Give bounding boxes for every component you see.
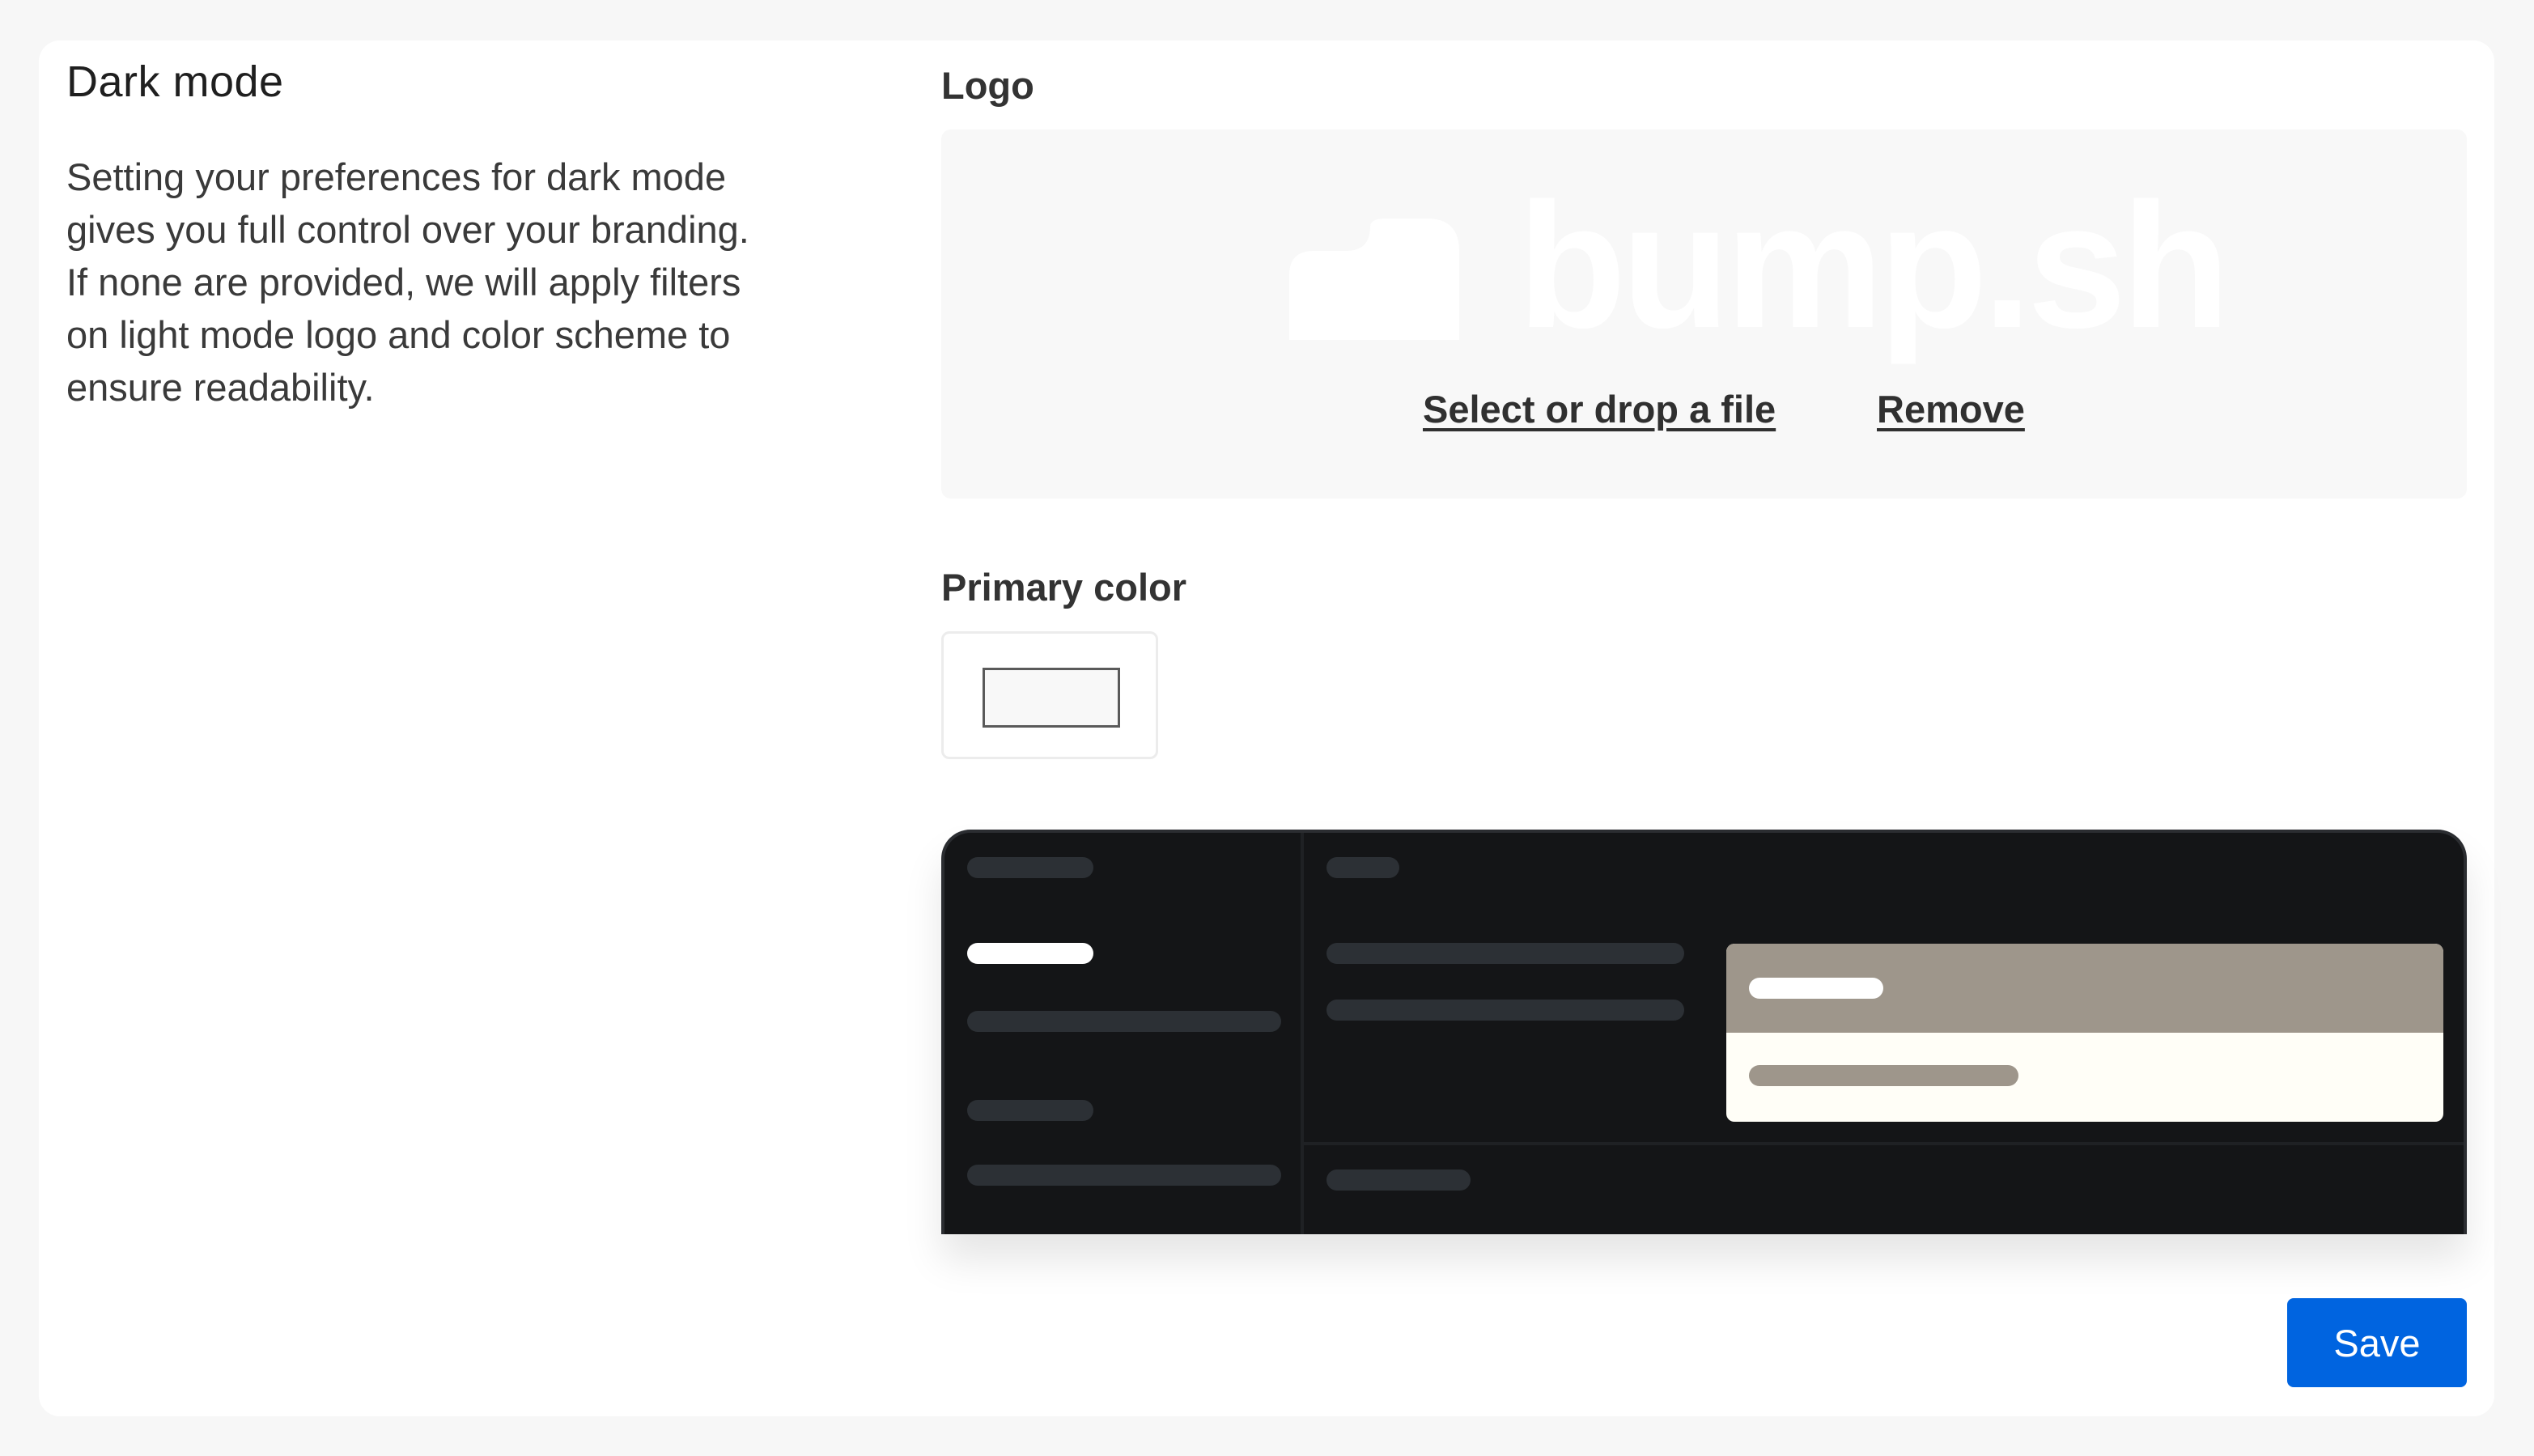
primary-color-picker[interactable] bbox=[941, 631, 1158, 759]
preview-footer-divider bbox=[1304, 1142, 2464, 1145]
select-file-link[interactable]: Select or drop a file bbox=[1423, 387, 1776, 431]
preview-sidebar-item-2 bbox=[967, 1165, 1281, 1186]
logo-wordmark: bump.sh bbox=[1517, 166, 2231, 365]
preview-panel-body-bar bbox=[1749, 1065, 2018, 1086]
preview-sidebar-divider bbox=[1301, 833, 1304, 1234]
section-description: Setting your preferences for dark mode g… bbox=[66, 155, 749, 409]
logo-dropzone[interactable]: bump.sh Select or drop a file Remove bbox=[941, 129, 2467, 499]
preview-content-line bbox=[1326, 943, 1684, 964]
preview-sidebar-heading-2 bbox=[967, 1100, 1093, 1121]
save-button[interactable]: Save bbox=[2287, 1298, 2467, 1387]
section-title: Dark mode bbox=[66, 57, 284, 106]
bump-logo-mark-icon bbox=[1289, 219, 1459, 340]
preview-content-line-2 bbox=[1326, 1000, 1684, 1021]
preview-panel-header-bar bbox=[1749, 978, 1883, 999]
dark-mode-settings-card: Dark mode Setting your preferences for d… bbox=[39, 40, 2494, 1416]
color-swatch[interactable] bbox=[983, 668, 1120, 728]
logo-label: Logo bbox=[941, 64, 1034, 107]
dark-mode-preview bbox=[941, 830, 2467, 1234]
primary-color-label: Primary color bbox=[941, 566, 1187, 609]
preview-footer-line bbox=[1326, 1169, 1471, 1191]
preview-sidebar-active-item bbox=[967, 943, 1093, 964]
preview-sidebar-item bbox=[967, 1011, 1281, 1032]
remove-logo-link[interactable]: Remove bbox=[1877, 387, 2025, 431]
preview-code-panel bbox=[1726, 944, 2443, 1122]
logo-preview: bump.sh bbox=[1289, 176, 2231, 354]
preview-content-heading bbox=[1326, 857, 1399, 878]
preview-sidebar-heading bbox=[967, 857, 1093, 878]
